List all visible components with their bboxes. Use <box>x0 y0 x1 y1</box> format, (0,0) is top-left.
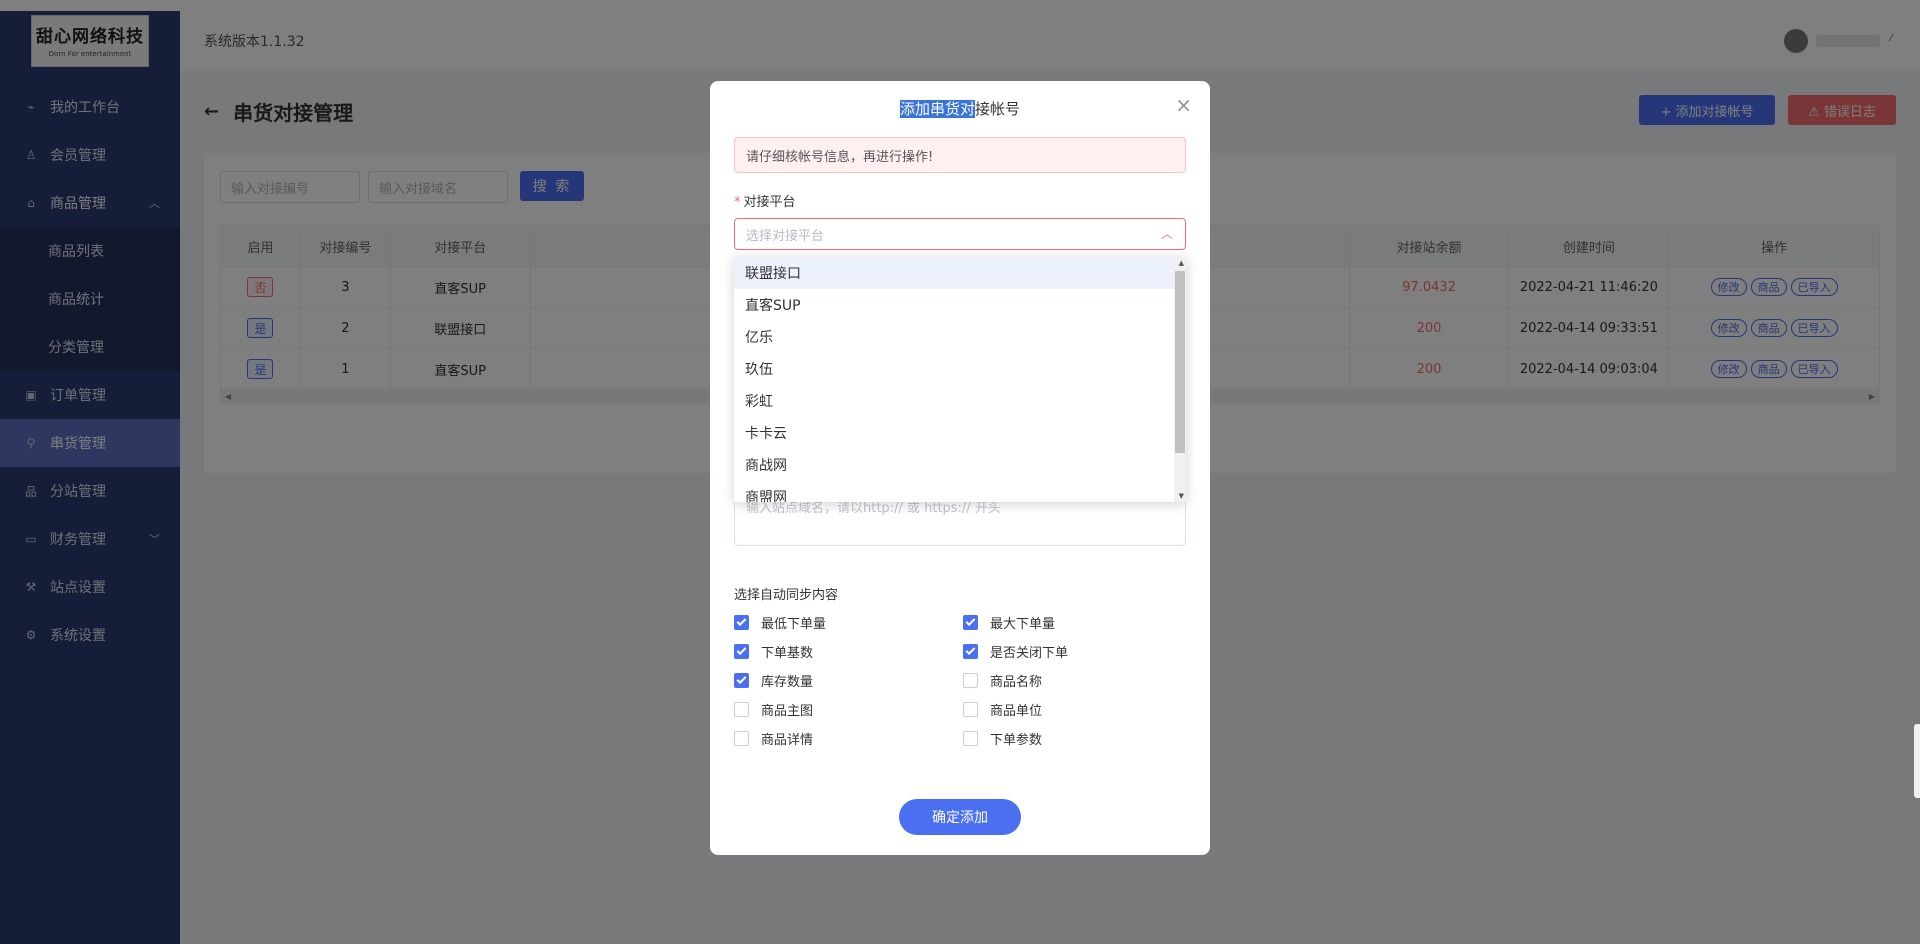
close-icon[interactable]: × <box>1175 95 1192 115</box>
dialog-title: 添加串货对接帐号 <box>710 98 1210 119</box>
sync-title: 选择自动同步内容 <box>734 588 839 603</box>
dialog-title-selected: 添加串货对 <box>899 100 975 118</box>
checkbox-box[interactable] <box>963 731 978 746</box>
checkbox-label: 是否关闭下单 <box>990 646 1069 661</box>
sync-order-params-checkbox[interactable]: 下单参数 <box>963 729 1042 748</box>
sync-product-name-checkbox[interactable]: 商品名称 <box>963 671 1042 690</box>
sync-stock-checkbox[interactable]: 库存数量 <box>734 671 813 690</box>
checkbox-box[interactable] <box>734 731 749 746</box>
checkbox-label: 库存数量 <box>761 675 814 690</box>
checkbox-label: 下单基数 <box>761 646 814 661</box>
checkbox-label: 商品单位 <box>990 704 1043 719</box>
chevron-up-icon: ︿ <box>1160 227 1173 241</box>
checkbox-label: 下单参数 <box>990 733 1043 748</box>
checkbox-box[interactable] <box>963 702 978 717</box>
check-icon <box>736 674 747 685</box>
sync-max-order-checkbox[interactable]: 最大下单量 <box>963 613 1055 632</box>
check-icon <box>736 645 747 656</box>
scroll-up-icon[interactable]: ▲ <box>1179 259 1184 267</box>
checkbox-label: 商品主图 <box>761 704 814 719</box>
platform-option[interactable]: 卡卡云 <box>734 417 1186 449</box>
platform-dropdown: 联盟接口 直客SUP 亿乐 玖伍 彩虹 卡卡云 商战网 商盟网 ▲ ▼ <box>734 257 1186 502</box>
checkbox-box[interactable] <box>963 644 978 659</box>
checkbox-box[interactable] <box>734 673 749 688</box>
dialog-title-rest: 接帐号 <box>975 100 1021 118</box>
alert-text: 请仔细核帐号信息，再进行操作! <box>746 149 934 165</box>
sync-details-checkbox[interactable]: 商品详情 <box>734 729 813 748</box>
sync-unit-checkbox[interactable]: 商品单位 <box>963 700 1042 719</box>
dropdown-scrollbar[interactable]: ▲ ▼ <box>1174 257 1186 502</box>
checkbox-label: 最大下单量 <box>990 617 1056 632</box>
required-mark: * <box>734 195 741 210</box>
platform-option[interactable]: 亿乐 <box>734 321 1186 353</box>
checkbox-box[interactable] <box>734 644 749 659</box>
checkbox-box[interactable] <box>734 615 749 630</box>
sync-main-image-checkbox[interactable]: 商品主图 <box>734 700 813 719</box>
warning-alert: 请仔细核帐号信息，再进行操作! <box>734 137 1186 173</box>
platform-option[interactable]: 玖伍 <box>734 353 1186 385</box>
scroll-down-icon[interactable]: ▼ <box>1179 492 1184 500</box>
side-edge-tab[interactable] <box>1914 724 1920 798</box>
check-icon <box>736 616 747 627</box>
platform-select-placeholder: 选择对接平台 <box>746 228 825 244</box>
check-icon <box>965 616 976 627</box>
platform-label-text: 对接平台 <box>743 195 796 210</box>
platform-label: * 对接平台 <box>734 191 796 210</box>
platform-option[interactable]: 联盟接口 <box>734 257 1186 289</box>
platform-option[interactable]: 彩虹 <box>734 385 1186 417</box>
check-icon <box>965 645 976 656</box>
checkbox-label: 商品名称 <box>990 675 1043 690</box>
add-account-dialog: 添加串货对接帐号 × 请仔细核帐号信息，再进行操作! * 对接平台 选择对接平台 … <box>710 81 1210 855</box>
platform-select[interactable]: 选择对接平台 ︿ <box>734 218 1186 250</box>
platform-option[interactable]: 商战网 <box>734 449 1186 481</box>
checkbox-label: 最低下单量 <box>761 617 827 632</box>
checkbox-box[interactable] <box>963 615 978 630</box>
confirm-add-button[interactable]: 确定添加 <box>899 799 1021 835</box>
platform-option[interactable]: 直客SUP <box>734 289 1186 321</box>
sync-order-base-checkbox[interactable]: 下单基数 <box>734 642 813 661</box>
sync-min-order-checkbox[interactable]: 最低下单量 <box>734 613 826 632</box>
dropdown-scroll-thumb[interactable] <box>1175 271 1185 453</box>
checkbox-box[interactable] <box>734 702 749 717</box>
platform-option[interactable]: 商盟网 <box>734 481 1186 502</box>
sync-close-order-checkbox[interactable]: 是否关闭下单 <box>963 642 1068 661</box>
checkbox-label: 商品详情 <box>761 733 814 748</box>
checkbox-box[interactable] <box>963 673 978 688</box>
